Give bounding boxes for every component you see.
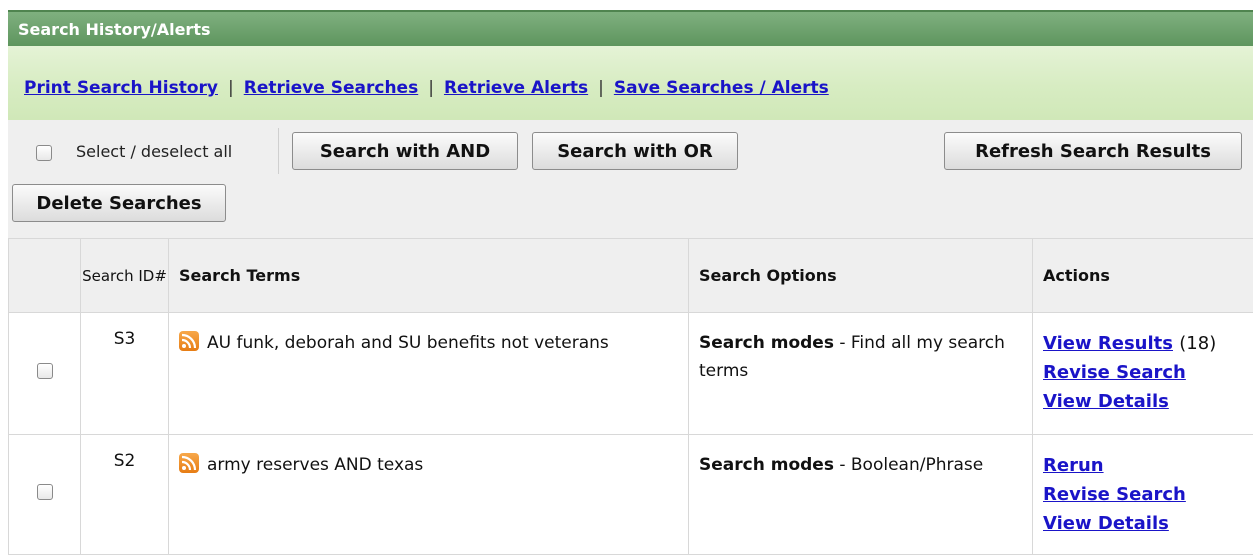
- search-terms-column-header: Search Terms: [169, 239, 689, 313]
- search-terms-cell: army reserves AND texas: [169, 435, 689, 555]
- rerun-link[interactable]: Rerun: [1043, 451, 1252, 480]
- view-details-link[interactable]: View Details: [1043, 509, 1252, 538]
- search-id: S3: [81, 313, 169, 435]
- search-with-and-button[interactable]: Search with AND: [292, 132, 518, 170]
- search-options-column-header: Search Options: [689, 239, 1033, 313]
- search-id-column-header: Search ID#: [81, 239, 169, 313]
- search-options-label: Search modes: [699, 333, 834, 353]
- revise-search-link[interactable]: Revise Search: [1043, 358, 1252, 387]
- view-results-link[interactable]: View Results: [1043, 333, 1173, 354]
- checkbox-column-header: [9, 239, 81, 313]
- row-checkbox-cell: [9, 435, 81, 555]
- search-options-cell: Search modes - Boolean/Phrase: [689, 435, 1033, 555]
- row-checkbox-cell: [9, 313, 81, 435]
- actions-cell: Rerun Revise Search View Details: [1033, 435, 1253, 555]
- rss-feed-icon[interactable]: [179, 331, 199, 351]
- search-terms-cell: AU funk, deborah and SU benefits not vet…: [169, 313, 689, 435]
- select-all-label: Select / deselect all: [76, 142, 232, 161]
- revise-search-link[interactable]: Revise Search: [1043, 480, 1252, 509]
- row-select-checkbox[interactable]: [37, 363, 53, 379]
- actions-column-header: Actions: [1033, 239, 1253, 313]
- result-count: (18): [1179, 333, 1216, 354]
- toolbar: Select / deselect all Search with AND Se…: [8, 120, 1253, 239]
- search-history-table: Search ID# Search Terms Search Options A…: [8, 238, 1253, 555]
- panel-header: Search History/Alerts: [8, 10, 1253, 46]
- actions-cell: View Results (18) Revise Search View Det…: [1033, 313, 1253, 435]
- search-terms-text: army reserves AND texas: [207, 455, 423, 475]
- rss-feed-icon[interactable]: [179, 453, 199, 473]
- link-separator: |: [428, 78, 434, 98]
- link-separator: |: [228, 78, 234, 98]
- refresh-search-results-button[interactable]: Refresh Search Results: [944, 132, 1242, 170]
- toolbar-divider: [278, 128, 279, 174]
- delete-searches-button[interactable]: Delete Searches: [12, 184, 226, 222]
- search-options-cell: Search modes - Find all my search terms: [689, 313, 1033, 435]
- table-row: S2 army reserves AND texas Search modes …: [9, 435, 1253, 555]
- table-header-row: Search ID# Search Terms Search Options A…: [9, 239, 1253, 313]
- search-id: S2: [81, 435, 169, 555]
- link-separator: |: [598, 78, 604, 98]
- search-options-text: - Boolean/Phrase: [834, 455, 983, 475]
- retrieve-searches-link[interactable]: Retrieve Searches: [244, 78, 418, 98]
- link-bar: Print Search History | Retrieve Searches | R…: [8, 46, 1253, 120]
- view-details-link[interactable]: View Details: [1043, 387, 1252, 416]
- retrieve-alerts-link[interactable]: Retrieve Alerts: [444, 78, 588, 98]
- save-searches-alerts-link[interactable]: Save Searches / Alerts: [614, 78, 829, 98]
- row-select-checkbox[interactable]: [37, 484, 53, 500]
- table-row: S3 AU funk, deborah and SU benefits not …: [9, 313, 1253, 435]
- search-options-label: Search modes: [699, 455, 834, 475]
- search-terms-text: AU funk, deborah and SU benefits not vet…: [207, 333, 609, 353]
- search-with-or-button[interactable]: Search with OR: [532, 132, 738, 170]
- panel-title: Search History/Alerts: [18, 20, 211, 39]
- print-search-history-link[interactable]: Print Search History: [24, 78, 218, 98]
- select-all-checkbox[interactable]: [36, 145, 52, 161]
